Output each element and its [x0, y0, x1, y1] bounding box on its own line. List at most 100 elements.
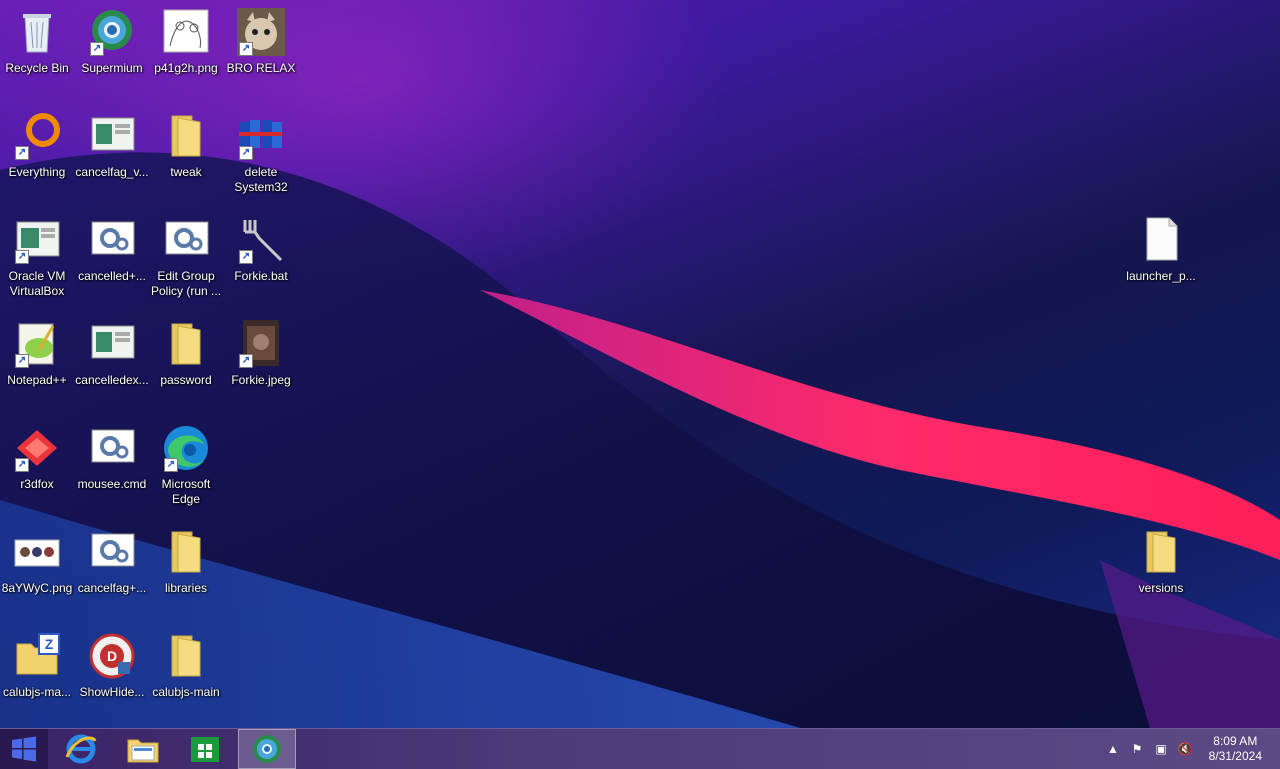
- desktop-icon-label: calubjs-ma...: [2, 685, 72, 699]
- desktop-icon-label: launcher_p...: [1126, 269, 1196, 283]
- taskbar-file-explorer[interactable]: [114, 729, 172, 769]
- batch-file-gear-icon: [88, 528, 136, 576]
- taskbar: ▲ ⚑ ▣ 🔇 8:09 AM 8/31/2024: [0, 728, 1280, 769]
- action-center-flag-icon[interactable]: ⚑: [1128, 740, 1146, 758]
- desktop-icon-label: cancelfag+...: [77, 581, 147, 595]
- desktop-icon-forkie-jpeg[interactable]: ↗ Forkie.jpeg: [224, 320, 298, 388]
- batch-file-gear-icon: [162, 216, 210, 264]
- desktop-icon-r3dfox[interactable]: ↗ r3dfox: [0, 424, 74, 492]
- desktop-icon-label: cancelled+...: [78, 269, 146, 283]
- desktop-icon-bro-relax[interactable]: ↗ BRO RELAX: [224, 8, 298, 76]
- batch-file-gear-icon: [88, 424, 136, 472]
- supermium-icon: [253, 735, 281, 763]
- supermium-icon: ↗: [88, 8, 136, 56]
- desktop-icon-label: Supermium: [81, 61, 143, 75]
- folder-icon: [162, 112, 210, 160]
- clock-time: 8:09 AM: [1213, 734, 1258, 748]
- image-file-icon: [13, 528, 61, 576]
- volume-muted-icon[interactable]: 🔇: [1176, 740, 1194, 758]
- store-icon: [191, 737, 219, 762]
- desktop-icon-calubjs-ma[interactable]: Z calubjs-ma...: [0, 632, 74, 700]
- cat-photo-icon: ↗: [237, 8, 285, 56]
- desktop-icon-label: Oracle VM VirtualBox: [8, 269, 66, 298]
- shortcut-arrow-icon: ↗: [239, 146, 253, 160]
- shortcut-arrow-icon: ↗: [164, 458, 178, 472]
- desktop-icon-label: libraries: [164, 581, 207, 595]
- fork-icon: ↗: [237, 216, 285, 264]
- desktop-icon-cancelled-plus[interactable]: cancelled+...: [75, 216, 149, 284]
- desktop-icon-showhide[interactable]: D ShowHide...: [75, 632, 149, 700]
- desktop-icon-cancelfag-v[interactable]: cancelfag_v...: [75, 112, 149, 180]
- desktop-icon-notepad-plus-plus[interactable]: ↗ Notepad++: [0, 320, 74, 388]
- application-window-icon: [88, 320, 136, 368]
- shortcut-arrow-icon: ↗: [15, 458, 29, 472]
- shortcut-arrow-icon: ↗: [15, 250, 29, 264]
- network-icon[interactable]: ▣: [1152, 740, 1170, 758]
- shortcut-arrow-icon: ↗: [239, 42, 253, 56]
- desktop-icon-label: Everything: [8, 165, 66, 179]
- edge-browser-icon: ↗: [162, 424, 210, 472]
- desktop-icon-libraries[interactable]: libraries: [149, 528, 223, 596]
- desktop-icon-edit-group-policy[interactable]: Edit Group Policy (run ...: [149, 216, 223, 299]
- desktop-icon-forkie-bat[interactable]: ↗ Forkie.bat: [224, 216, 298, 284]
- everything-icon: ↗: [13, 112, 61, 160]
- desktop-icon-delete-system32[interactable]: ↗ delete System32: [224, 112, 298, 195]
- desktop-icon-recycle-bin[interactable]: Recycle Bin: [0, 8, 74, 76]
- showhide-icon: D: [88, 632, 136, 680]
- folder-icon: [162, 632, 210, 680]
- soda-cans-icon: ↗: [237, 112, 285, 160]
- desktop-icon-label: p41g2h.png: [154, 61, 218, 75]
- desktop-icon-launcher-p[interactable]: launcher_p...: [1124, 216, 1198, 284]
- desktop-icon-label: Notepad++: [7, 373, 67, 387]
- image-file-icon: [162, 8, 210, 56]
- taskbar-supermium[interactable]: [238, 729, 296, 769]
- desktop-icon-p41g2h-png[interactable]: p41g2h.png: [149, 8, 223, 76]
- desktop-icon-label: versions: [1138, 581, 1184, 595]
- desktop-icon-label: tweak: [170, 165, 202, 179]
- folder-icon: [162, 320, 210, 368]
- folder-icon: [1137, 528, 1185, 576]
- desktop-icon-label: Forkie.bat: [234, 269, 288, 283]
- internet-explorer-icon: [65, 734, 97, 764]
- desktop-icon-label: Edit Group Policy (run ...: [150, 269, 222, 298]
- desktop-icon-label: ShowHide...: [79, 685, 145, 699]
- desktop-icon-label: calubjs-main: [152, 685, 220, 699]
- system-tray: ▲ ⚑ ▣ 🔇 8:09 AM 8/31/2024: [1100, 729, 1280, 769]
- desktop-icon-label: cancelfag_v...: [75, 165, 149, 179]
- desktop-icon-label: Recycle Bin: [5, 61, 69, 75]
- start-button[interactable]: [0, 729, 48, 769]
- desktop-icon-versions[interactable]: versions: [1124, 528, 1198, 596]
- desktop-icon-8aywyc-png[interactable]: 8aYWyC.png: [0, 528, 74, 596]
- desktop-icon-tweak[interactable]: tweak: [149, 112, 223, 180]
- desktop-icon-label: cancelledex...: [75, 373, 149, 387]
- desktop-icon-label: mousee.cmd: [77, 477, 147, 491]
- shortcut-arrow-icon: ↗: [239, 250, 253, 264]
- clock[interactable]: 8:09 AM 8/31/2024: [1209, 734, 1262, 764]
- svg-text:Z: Z: [45, 636, 54, 652]
- desktop-icon-supermium[interactable]: ↗ Supermium: [75, 8, 149, 76]
- desktop-icon-oracle-vm-virtualbox[interactable]: ↗ Oracle VM VirtualBox: [0, 216, 74, 299]
- blank-file-icon: [1137, 216, 1185, 264]
- desktop-icon-microsoft-edge[interactable]: ↗ Microsoft Edge: [149, 424, 223, 507]
- photo-thumbnail-icon: ↗: [237, 320, 285, 368]
- desktop-icon-cancelfag-plus[interactable]: cancelfag+...: [75, 528, 149, 596]
- desktop-icon-password[interactable]: password: [149, 320, 223, 388]
- file-explorer-icon: [127, 739, 159, 763]
- show-hidden-icons-chevron-icon[interactable]: ▲: [1104, 740, 1122, 758]
- desktop-icon-label: BRO RELAX: [226, 61, 296, 75]
- desktop-icon-cancelledex[interactable]: cancelledex...: [75, 320, 149, 388]
- desktop-icon-calubjs-main[interactable]: calubjs-main: [149, 632, 223, 700]
- svg-text:D: D: [107, 648, 117, 664]
- clock-date: 8/31/2024: [1208, 749, 1262, 763]
- taskbar-internet-explorer[interactable]: [52, 729, 110, 769]
- batch-file-gear-icon: [88, 216, 136, 264]
- application-window-icon: [88, 112, 136, 160]
- desktop-icon-mousee-cmd[interactable]: mousee.cmd: [75, 424, 149, 492]
- zip-folder-icon: Z: [13, 632, 61, 680]
- desktop-icon-label: password: [160, 373, 212, 387]
- taskbar-store[interactable]: [176, 729, 234, 769]
- r3dfox-icon: ↗: [13, 424, 61, 472]
- desktop-icon-everything[interactable]: ↗ Everything: [0, 112, 74, 180]
- desktop-icon-label: Forkie.jpeg: [231, 373, 291, 387]
- shortcut-arrow-icon: ↗: [15, 354, 29, 368]
